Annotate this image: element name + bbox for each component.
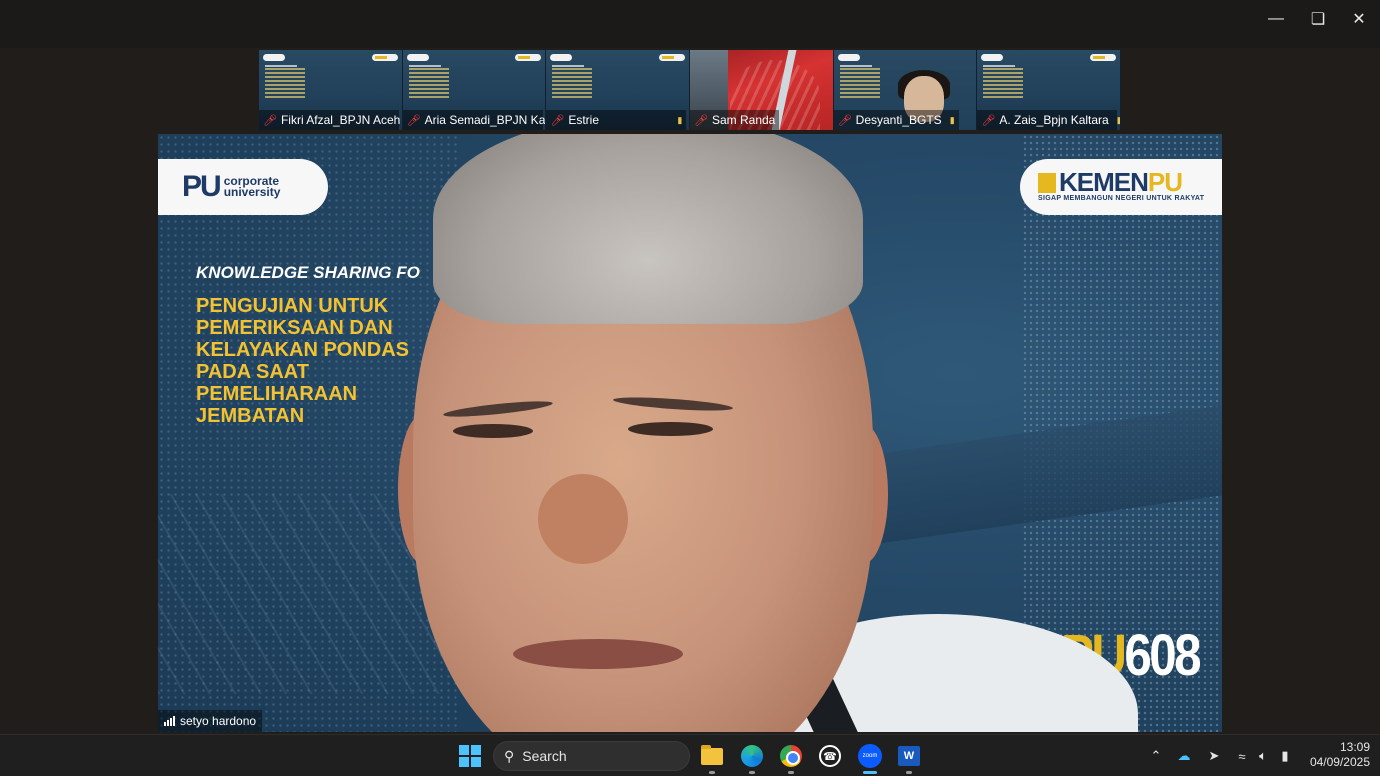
participant-name: Desyanti_BGTS	[855, 113, 942, 127]
logo-pu-text: corporate university	[223, 174, 281, 199]
zoom-icon[interactable]: zoom	[854, 740, 886, 774]
whatsapp-icon[interactable]: ☎	[814, 740, 846, 772]
slide-thumbnail-logo	[1090, 54, 1117, 61]
clock-date: 04/09/2025	[1309, 755, 1370, 769]
taskbar-search[interactable]: ⚲ Search	[493, 741, 690, 771]
speaker-name: setyo hardono	[180, 714, 257, 728]
participant-name-bar: 🎤︎ Desyanti_BGTS ▮	[833, 110, 959, 130]
kemenpu-logo: KEMENPU SIGAP MEMBANGUN NEGERI UNTUK RAK…	[1020, 159, 1222, 215]
participant-name-bar: 🎤︎ Sam Randa	[690, 110, 780, 130]
participant-name-bar: 🎤︎ Fikri Afzal_BPJN Aceh ▮	[259, 110, 401, 130]
start-icon[interactable]	[454, 740, 486, 772]
mic-off-icon: 🎤︎	[263, 114, 277, 127]
active-speaker-video[interactable]: PU corporate university KEMENPU SIGAP MEM…	[158, 134, 1222, 732]
slide-thumbnail-logo	[550, 54, 573, 61]
slide-thumbnail-text	[983, 65, 1024, 100]
search-label: Search	[522, 748, 567, 764]
speaker-person	[433, 134, 863, 324]
mic-off-icon: 🎤︎	[694, 114, 708, 127]
participant-name: Sam Randa	[711, 113, 776, 127]
participant-name: A. Zais_Bpjn Kaltara	[999, 113, 1109, 127]
chevron-up-icon[interactable]: ⌃	[1145, 745, 1167, 767]
battery-icon[interactable]: ▮	[1274, 745, 1296, 767]
mic-off-icon: 🎤︎	[837, 114, 852, 127]
slide-thumbnail-logo	[371, 54, 398, 61]
participant-tile[interactable]: 🎤︎ Estrie ▮	[546, 50, 691, 130]
location-icon[interactable]: ➤	[1203, 745, 1225, 767]
search-icon: ⚲	[504, 747, 515, 764]
speaker-person	[538, 474, 628, 564]
clock-time: 13:09	[1339, 740, 1370, 754]
signal-icon: ▮	[677, 114, 683, 125]
close-icon[interactable]: ✕	[1337, 0, 1380, 38]
onedrive-icon[interactable]: ☁	[1173, 745, 1195, 767]
minimize-icon[interactable]: —	[1254, 0, 1298, 38]
slide-thumbnail-logo	[659, 54, 686, 61]
speaker-name-bar: setyo hardono	[158, 710, 263, 732]
wifi-icon[interactable]: ≈	[1231, 745, 1253, 767]
slide-thumbnail-text	[265, 65, 305, 100]
participant-tile[interactable]: 🎤︎ A. Zais_Bpjn Kaltara ▮	[977, 50, 1122, 130]
logo-kemenpu-wordmark: KEMENPU	[1038, 169, 1222, 195]
participant-name: Fikri Afzal_BPJN Aceh	[280, 113, 401, 127]
taskbar: ⚲ Search ☎ zoom W ⌃ ☁ ➤ ≈ 🔈︎ ▮ 13:09 04/…	[0, 734, 1380, 776]
slide-title: KNOWLEDGE SHARING FO	[196, 263, 420, 282]
pu-corporate-university-logo: PU corporate university	[158, 159, 328, 215]
slide-thumbnail-text	[552, 65, 593, 100]
participant-name-bar: 🎤︎ A. Zais_Bpjn Kaltara ▮	[977, 110, 1120, 130]
participant-tile[interactable]: 🎤︎ Aria Semadi_BPJN Kal...	[402, 50, 547, 130]
logo-pu-mark: PU	[182, 170, 222, 203]
slide-thumbnail-logo	[515, 54, 542, 61]
word-icon[interactable]: W	[893, 740, 925, 774]
logo-tagline: SIGAP MEMBANGUN NEGERI UNTUK RAKYAT	[1038, 195, 1205, 202]
slide-thumbnail-logo	[263, 54, 285, 61]
edge-icon[interactable]	[736, 740, 768, 774]
participant-tile[interactable]: 🎤︎ Sam Randa	[690, 50, 834, 130]
slide-thumbnail-text	[839, 65, 880, 100]
speaker-person	[628, 422, 713, 436]
mic-off-icon: 🎤︎	[406, 114, 421, 127]
slide-thumbnail-text	[408, 65, 449, 100]
volume-icon[interactable]: 🔈︎	[1252, 745, 1274, 767]
signal-icon: ▮	[949, 114, 955, 125]
signal-strength-icon	[164, 716, 175, 726]
slide-thumbnail-logo	[981, 54, 1004, 61]
slide-thumbnail-logo	[837, 54, 860, 61]
participant-strip: 🎤︎ Fikri Afzal_BPJN Aceh ▮ 🎤︎ Aria Semad…	[259, 50, 1122, 130]
file-explorer-icon[interactable]	[696, 740, 728, 774]
speaker-person	[453, 424, 533, 438]
chrome-icon[interactable]	[775, 740, 807, 774]
participant-name: Aria Semadi_BPJN Kal...	[424, 113, 547, 127]
window-titlebar: — ❏ ✕	[0, 0, 1380, 48]
taskbar-clock[interactable]: 13:09 04/09/2025	[1300, 740, 1370, 770]
slide-thumbnail-logo	[406, 54, 429, 61]
mic-off-icon: 🎤︎	[981, 114, 996, 127]
speaker-person	[513, 639, 683, 669]
participant-name-bar: 🎤︎ Estrie ▮	[546, 110, 687, 130]
participant-name: Estrie	[568, 113, 599, 127]
restore-icon[interactable]: ❏	[1296, 0, 1340, 38]
participant-tile[interactable]: 🎤︎ Desyanti_BGTS ▮	[833, 50, 978, 130]
mic-off-icon: 🎤︎	[550, 114, 565, 127]
signal-icon: ▮	[1117, 115, 1120, 126]
participant-name-bar: 🎤︎ Aria Semadi_BPJN Kal...	[402, 110, 545, 130]
participant-tile[interactable]: 🎤︎ Fikri Afzal_BPJN Aceh ▮	[259, 50, 403, 130]
